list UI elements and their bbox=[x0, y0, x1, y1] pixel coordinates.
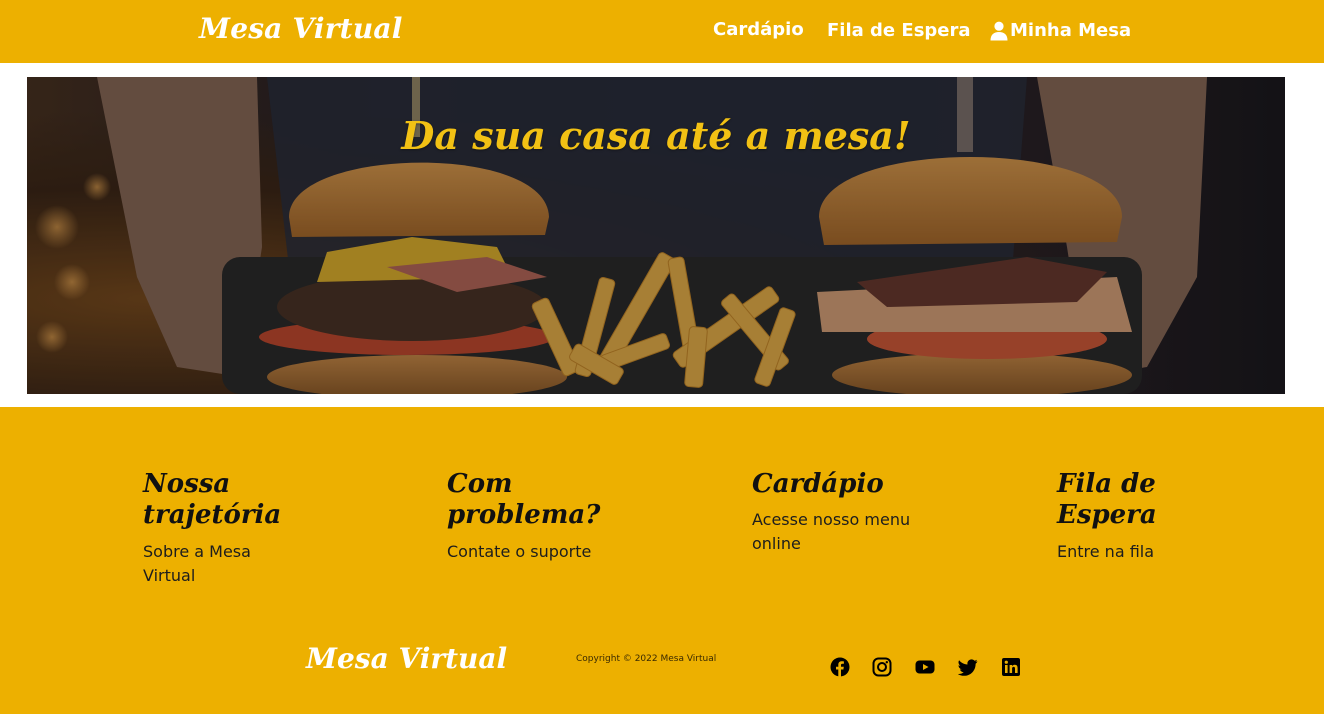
linkedin-link[interactable] bbox=[1001, 657, 1021, 677]
footer-column-cardapio: Cardápio Acesse nosso menu online bbox=[752, 469, 912, 556]
facebook-link[interactable] bbox=[830, 657, 850, 677]
footer-column-title: Com problema? bbox=[447, 469, 601, 530]
twitter-icon bbox=[958, 659, 978, 676]
footer: Nossa trajetória Sobre a Mesa Virtual Co… bbox=[0, 407, 1324, 714]
footer-column-title: Fila de Espera bbox=[1057, 469, 1157, 530]
footer-link-entrar-fila[interactable]: Entre na fila bbox=[1057, 540, 1207, 564]
footer-column-trajetoria: Nossa trajetória Sobre a Mesa Virtual bbox=[143, 469, 303, 588]
instagram-icon bbox=[872, 657, 892, 677]
user-icon bbox=[990, 21, 1008, 40]
facebook-icon bbox=[830, 657, 850, 677]
nav-link-minha-mesa-label: Minha Mesa bbox=[1010, 20, 1132, 41]
footer-link-menu[interactable]: Acesse nosso menu online bbox=[752, 508, 912, 556]
youtube-link[interactable] bbox=[915, 657, 935, 677]
footer-column-problema: Com problema? Contate o suporte bbox=[447, 469, 607, 564]
nav-link-cardapio[interactable]: Cardápio bbox=[713, 19, 804, 40]
nav-link-minha-mesa[interactable]: Minha Mesa bbox=[990, 20, 1131, 41]
footer-column-title: Cardápio bbox=[752, 469, 884, 499]
instagram-link[interactable] bbox=[872, 657, 892, 677]
hero-banner: Da sua casa até a mesa! bbox=[27, 77, 1285, 394]
hero-title: Da sua casa até a mesa! bbox=[401, 113, 911, 158]
nav-link-fila-de-espera[interactable]: Fila de Espera bbox=[827, 20, 971, 41]
top-navbar: Mesa Virtual Cardápio Fila de Espera Min… bbox=[0, 0, 1324, 63]
site-logo[interactable]: Mesa Virtual bbox=[199, 12, 403, 45]
footer-column-fila: Fila de Espera Entre na fila bbox=[1057, 469, 1207, 564]
twitter-link[interactable] bbox=[958, 657, 978, 677]
footer-link-sobre[interactable]: Sobre a Mesa Virtual bbox=[143, 540, 303, 588]
linkedin-icon bbox=[1002, 658, 1020, 676]
copyright-text: Copyright © 2022 Mesa Virtual bbox=[576, 654, 717, 664]
footer-column-title: Nossa trajetória bbox=[143, 469, 282, 530]
footer-logo[interactable]: Mesa Virtual bbox=[306, 642, 507, 675]
footer-link-suporte[interactable]: Contate o suporte bbox=[447, 540, 607, 564]
youtube-icon bbox=[915, 660, 935, 674]
